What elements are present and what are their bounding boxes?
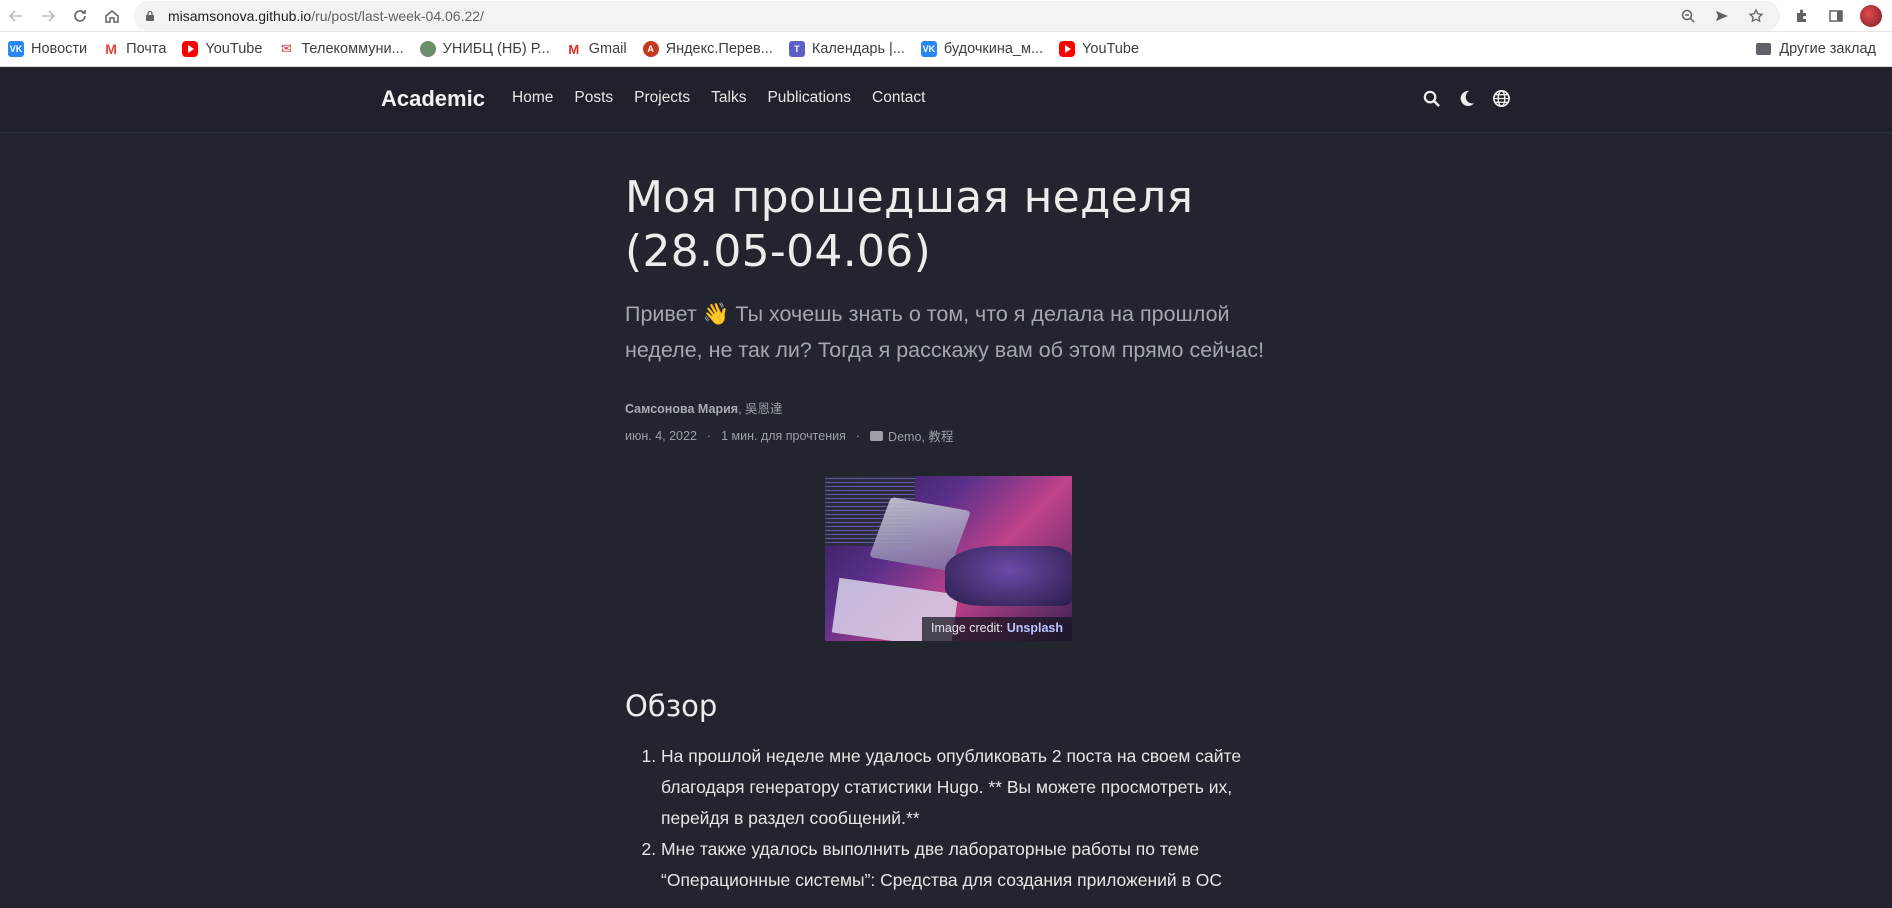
bookmark-item[interactable]: M Gmail	[565, 41, 627, 57]
article-authors: Самсонова Мария, 吳恩達	[625, 398, 1275, 417]
other-bookmarks[interactable]: Другие заклад	[1756, 41, 1876, 57]
youtube-icon	[1059, 41, 1076, 57]
search-icon[interactable]	[1422, 89, 1441, 108]
bookmark-item[interactable]: YouTube	[182, 41, 262, 57]
featured-image: Image credit: Unsplash	[825, 476, 1072, 641]
article-meta: июн. 4, 2022 · 1 мин. для прочтения · De…	[625, 426, 1275, 445]
vk-icon: VK	[920, 41, 937, 57]
folder-icon	[1756, 43, 1772, 55]
home-button[interactable]	[96, 0, 128, 32]
bookmark-item[interactable]: ✉ Телекоммуни...	[278, 41, 404, 57]
bookmark-item[interactable]: VK будочкина_м...	[920, 41, 1043, 57]
site-navbar: Academic Home Posts Projects Talks Publi…	[0, 67, 1892, 133]
author-link[interactable]: Самсонова Мария	[625, 402, 738, 416]
article-categories[interactable]: Demo, 教程	[888, 426, 953, 445]
nav-tools	[1422, 89, 1511, 108]
yandex-translate-icon: A	[642, 41, 659, 57]
gmail-icon: M	[565, 41, 582, 57]
bookmark-item[interactable]: YouTube	[1059, 41, 1139, 57]
zoom-icon[interactable]	[1674, 8, 1702, 24]
nav-link-posts[interactable]: Posts	[574, 89, 613, 107]
calendar-icon: T	[788, 41, 805, 57]
language-globe-icon[interactable]	[1492, 89, 1511, 108]
list-item: На прошлой неделе мне удалось опубликова…	[661, 741, 1275, 834]
forward-button[interactable]	[32, 0, 64, 32]
nav-menu: Home Posts Projects Talks Publications C…	[512, 89, 946, 107]
url-host: misamsonova.github.io	[168, 7, 312, 24]
forward-arrow-icon	[42, 9, 56, 22]
youtube-icon	[182, 41, 199, 57]
meta-separator: ·	[706, 428, 712, 443]
address-bar[interactable]: misamsonova.github.io/ru/post/last-week-…	[134, 0, 1780, 31]
back-button[interactable]	[0, 0, 32, 32]
bookmark-item[interactable]: M Почта	[103, 41, 166, 57]
extensions-button[interactable]	[1786, 0, 1818, 32]
image-credit-link[interactable]: Unsplash	[1007, 621, 1063, 635]
nav-link-contact[interactable]: Contact	[872, 89, 925, 107]
section-heading: Обзор	[625, 689, 718, 723]
back-arrow-icon	[8, 9, 22, 22]
meta-separator: ·	[855, 428, 861, 443]
browser-toolbar: misamsonova.github.io/ru/post/last-week-…	[0, 0, 1892, 32]
nav-link-talks[interactable]: Talks	[711, 89, 746, 107]
site-brand[interactable]: Academic	[381, 86, 485, 112]
author-second: , 吳恩達	[738, 402, 783, 416]
article: Моя прошедшая неделя (28.05-04.06) Приве…	[625, 133, 1275, 896]
article-title: Моя прошедшая неделя (28.05-04.06)	[625, 172, 1194, 277]
list-item: Мне также удалось выполнить две лаборато…	[661, 834, 1275, 896]
telecom-icon: ✉	[278, 41, 295, 57]
bookmark-item[interactable]: УНИБЦ (НБ) Р...	[419, 41, 550, 57]
image-credit: Image credit: Unsplash	[922, 617, 1072, 641]
bookmark-item[interactable]: VK Новости	[8, 41, 87, 57]
reload-button[interactable]	[64, 0, 96, 32]
side-panel-icon	[1829, 9, 1843, 22]
nav-link-publications[interactable]: Publications	[767, 89, 851, 107]
send-icon[interactable]	[1708, 8, 1736, 24]
profile-avatar[interactable]	[1860, 4, 1882, 27]
nav-link-home[interactable]: Home	[512, 89, 553, 107]
bookmark-item[interactable]: T Календарь |...	[788, 41, 905, 57]
url-path: /ru/post/last-week-04.06.22/	[311, 7, 484, 24]
bookmark-star-icon[interactable]	[1742, 7, 1770, 24]
unibc-icon	[419, 41, 436, 57]
bookmarks-bar: VK Новости M Почта YouTube ✉ Телекоммуни...…	[0, 32, 1892, 67]
reading-time: 1 мин. для прочтения	[721, 428, 846, 443]
nav-link-projects[interactable]: Projects	[634, 89, 690, 107]
dark-mode-moon-icon[interactable]	[1457, 89, 1476, 108]
article-subtitle: Привет 👋 Ты хочешь знать о том, что я де…	[625, 302, 1265, 362]
overview-list: На прошлой неделе мне удалось опубликова…	[625, 741, 1275, 896]
article-date: июн. 4, 2022	[625, 428, 697, 443]
folder-icon	[870, 430, 884, 441]
lock-icon	[146, 10, 154, 21]
mail-icon: M	[103, 41, 120, 57]
reload-icon	[74, 9, 86, 22]
side-panel-button[interactable]	[1820, 0, 1852, 32]
puzzle-icon	[1797, 9, 1806, 22]
home-icon	[105, 9, 119, 23]
bookmark-item[interactable]: A Яндекс.Перев...	[642, 41, 773, 57]
vk-icon: VK	[8, 41, 24, 57]
